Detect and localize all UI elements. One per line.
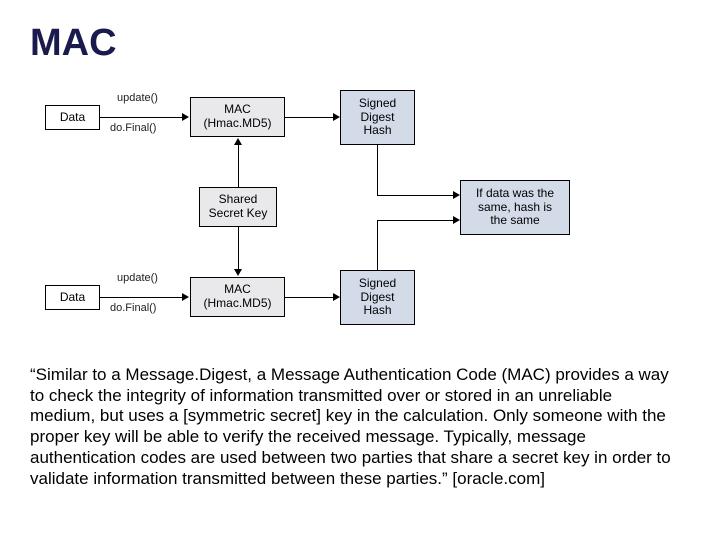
- label-update-bottom: update(): [117, 272, 158, 284]
- mac-diagram: Data MAC (Hmac.MD5) Signed Digest Hash u…: [35, 85, 595, 350]
- box-mac-top: MAC (Hmac.MD5): [190, 97, 285, 137]
- label-dofinal-top: do.Final(): [110, 122, 156, 134]
- box-data-top: Data: [45, 105, 100, 130]
- box-mac-bottom: MAC (Hmac.MD5): [190, 277, 285, 317]
- label-update-top: update(): [117, 92, 158, 104]
- description-text: “Similar to a Message.Digest, a Message …: [30, 365, 680, 489]
- box-signed-bottom: Signed Digest Hash: [340, 270, 415, 325]
- box-signed-top: Signed Digest Hash: [340, 90, 415, 145]
- box-result: If data was the same, hash is the same: [460, 180, 570, 235]
- box-data-bottom: Data: [45, 285, 100, 310]
- box-shared-key: Shared Secret Key: [199, 187, 277, 227]
- label-dofinal-bottom: do.Final(): [110, 302, 156, 314]
- page-title: MAC: [30, 22, 117, 65]
